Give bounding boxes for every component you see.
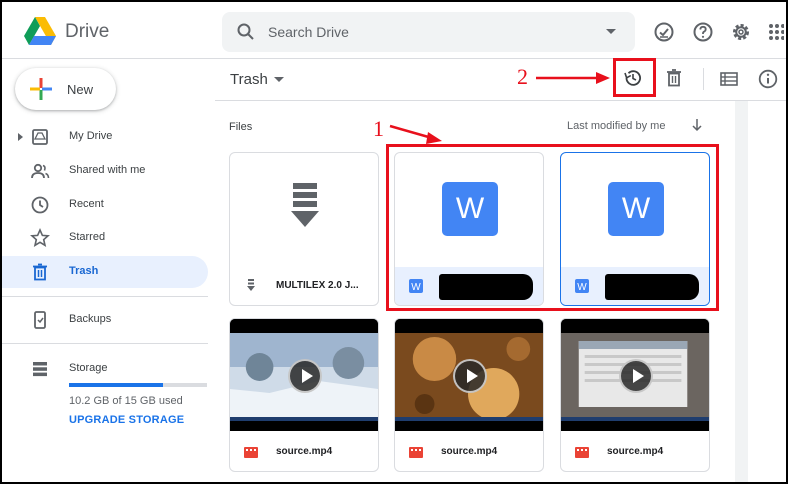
section-label: Files [229,121,253,133]
settings-icon[interactable] [730,21,752,43]
annotation-arrow-icon [389,124,442,144]
storage-progress-fill [69,383,163,387]
play-button-icon[interactable] [453,359,487,393]
toolbar-separator [703,68,704,90]
sidebar-item-label: Recent [69,198,104,210]
search-options-caret-icon[interactable] [606,29,616,34]
annotation-number: 1 [373,116,384,141]
video-file-icon [575,447,589,458]
search-bar[interactable] [222,12,635,52]
sidebar-divider [2,343,208,344]
file-name: MULTILEX 2.0 J... [276,280,359,291]
apps-grid-icon[interactable] [768,21,784,43]
file-card[interactable]: MULTILEX 2.0 J... [229,152,379,306]
clock-icon [31,196,49,214]
sidebar-item-label: Trash [69,265,99,277]
app-name: Drive [65,21,110,42]
sidebar-item-starred[interactable]: Starred [2,222,208,254]
annotation-box-restore [613,58,656,97]
my-drive-icon [32,129,48,145]
offline-ready-icon[interactable] [653,21,675,43]
sidebar-item-trash[interactable]: Trash [2,256,208,288]
header-divider [215,100,786,101]
file-card-footer: source.mp4 [561,433,709,471]
sidebar-item-my-drive[interactable]: My Drive [2,121,208,153]
expand-arrow-icon[interactable] [18,133,23,141]
help-icon[interactable] [692,21,714,43]
star-icon [30,228,50,247]
sidebar-item-label: Shared with me [69,164,146,176]
file-name: source.mp4 [441,446,498,457]
video-file-icon [409,447,423,458]
file-card[interactable]: source.mp4 [394,318,544,472]
list-view-icon[interactable] [718,68,740,90]
annotation-number: 2 [517,64,528,89]
trash-icon [33,263,47,281]
file-name: source.mp4 [607,446,664,457]
storage-progress-bar [69,383,207,387]
search-icon[interactable] [236,22,256,42]
video-file-icon [244,447,258,458]
file-card[interactable]: source.mp4 [229,318,379,472]
file-card-footer: MULTILEX 2.0 J... [230,267,378,305]
play-button-icon[interactable] [288,359,322,393]
backup-phone-icon [34,311,46,329]
sidebar-item-recent[interactable]: Recent [2,189,208,221]
file-card-footer: source.mp4 [230,433,378,471]
file-name: source.mp4 [276,446,333,457]
sidebar-item-backups[interactable]: Backups [2,304,208,336]
scrollbar[interactable] [735,101,748,482]
file-card[interactable]: source.mp4 [560,318,710,472]
sidebar-item-label: My Drive [69,130,113,142]
archive-icon [291,183,319,227]
sidebar-item-label: Backups [69,313,112,325]
archive-file-icon [247,279,255,291]
storage-icon [33,362,47,377]
search-input[interactable] [268,12,588,52]
info-icon[interactable] [757,68,779,90]
title-dropdown-icon[interactable] [274,77,284,82]
sidebar-divider [2,296,208,297]
sidebar-item-storage[interactable]: Storage [2,353,208,385]
file-card-footer: source.mp4 [395,433,543,471]
plus-icon [30,78,52,100]
top-bar: Drive [2,2,786,59]
sort-label[interactable]: Last modified by me [567,120,665,132]
play-button-icon[interactable] [619,359,653,393]
storage-used-text: 10.2 GB of 15 GB used [69,395,183,407]
new-button[interactable]: New [15,68,116,110]
sort-direction-icon[interactable] [690,118,704,132]
upgrade-storage-link[interactable]: UPGRADE STORAGE [69,414,184,426]
annotation-arrow-icon [536,72,610,84]
annotation-box-files [386,144,719,311]
sidebar-item-label: Starred [69,231,106,243]
new-button-label: New [67,82,94,97]
shared-icon [31,163,50,179]
delete-forever-icon[interactable] [663,67,685,89]
sidebar-item-label: Storage [69,362,108,374]
page-title[interactable]: Trash [230,71,268,88]
drive-logo-icon[interactable] [24,16,56,46]
sidebar-item-shared-with-me[interactable]: Shared with me [2,155,208,187]
